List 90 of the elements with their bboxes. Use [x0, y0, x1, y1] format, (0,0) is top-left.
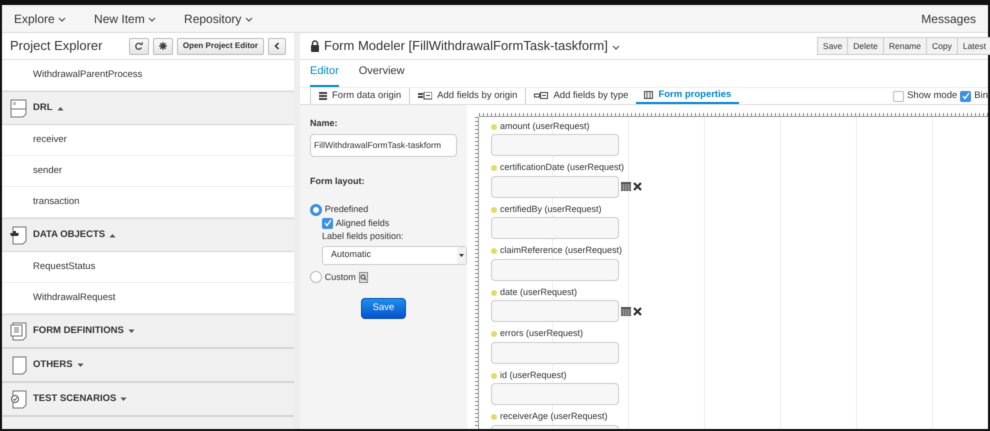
field-label: certifiedBy (userRequest): [500, 202, 602, 216]
refresh-button[interactable]: [128, 38, 149, 54]
text-input[interactable]: [491, 342, 619, 364]
radio-label: Predefined: [324, 203, 368, 216]
field-label: receiverAge (userRequest): [500, 410, 608, 424]
field-label: errors (userRequest): [500, 327, 584, 340]
section-header[interactable]: FORM DEFINITIONS: [2, 314, 294, 348]
lock-icon: [310, 40, 320, 52]
section-label: Form layout:: [310, 174, 366, 188]
text-input[interactable]: [491, 300, 619, 322]
clear-icon: [633, 182, 642, 191]
field-icon: [534, 92, 548, 100]
field-label: id (userRequest): [500, 368, 567, 382]
toolbar-button[interactable]: Rename: [882, 37, 927, 55]
messages-link[interactable]: Messages: [921, 10, 976, 28]
panel-title: Project Explorer: [10, 37, 104, 56]
text-input[interactable]: [491, 383, 619, 405]
checkbox[interactable]: [322, 218, 333, 229]
field-label: claimReference (userRequest): [500, 244, 622, 258]
field-label: date (userRequest): [500, 286, 578, 299]
checkbox-label: Bin: [974, 88, 988, 103]
toolbar-tab[interactable]: Add fields by type: [525, 88, 636, 104]
section-header[interactable]: TEST SCENARIOS: [2, 382, 294, 416]
toolbar-tab[interactable]: Form properties: [636, 88, 740, 104]
toolbar-button[interactable]: Latest: [956, 37, 990, 55]
field-label: Label fields position:: [322, 230, 405, 243]
text-input[interactable]: [491, 134, 619, 156]
caret-icon: [148, 16, 156, 22]
radio-label: Custom: [324, 270, 356, 284]
document-icon: [10, 390, 27, 408]
refresh-icon: [134, 42, 143, 50]
collapse-button[interactable]: [268, 38, 286, 54]
database-icon: [319, 92, 327, 100]
status-dot: [491, 331, 497, 337]
text-input[interactable]: [491, 176, 619, 198]
text-input[interactable]: [491, 217, 619, 239]
toolbar-tab[interactable]: Form data origin: [310, 88, 410, 104]
document-icon: [10, 98, 27, 118]
field-label: Name:: [310, 117, 339, 130]
toolbar-button[interactable]: Save: [816, 37, 848, 55]
caret-icon: [58, 16, 66, 22]
calendar-icon: [621, 182, 631, 191]
caret-icon: [612, 44, 620, 50]
settings-icon: [158, 42, 167, 50]
fields-icon: [418, 92, 432, 100]
toolbar-button[interactable]: Copy: [926, 37, 958, 55]
status-dot: [491, 372, 497, 378]
section-header[interactable]: DRL: [2, 91, 294, 125]
page-icon: [10, 356, 27, 374]
checkbox[interactable]: [960, 90, 972, 102]
tree-item[interactable]: RequestStatus: [2, 252, 294, 283]
document-icon: [10, 226, 27, 244]
save-button[interactable]: Save: [361, 298, 406, 319]
section-header[interactable]: DATA OBJECTS: [2, 218, 294, 252]
section-header[interactable]: OTHERS: [2, 348, 294, 382]
menu-item[interactable]: Repository: [184, 10, 253, 28]
calendar-icon: [621, 306, 631, 316]
toolbar-button[interactable]: Delete: [847, 37, 884, 55]
status-dot: [491, 124, 497, 130]
field-label: certificationDate (userRequest): [500, 161, 624, 174]
checkbox-label: Aligned fields: [336, 216, 390, 230]
chevron-left-icon: [274, 42, 280, 50]
radio-button[interactable]: [310, 204, 322, 216]
menu-item[interactable]: Explore: [14, 10, 66, 28]
open-project-editor-button[interactable]: Open Project Editor: [176, 38, 264, 54]
page-search-icon: [358, 272, 368, 283]
checkbox-label: Show mode: [907, 88, 958, 103]
name-input[interactable]: FillWithdrawalFormTask-taskform: [310, 134, 457, 156]
editor-tab[interactable]: Overview: [358, 62, 405, 87]
status-dot: [491, 206, 497, 212]
status-dot: [491, 248, 497, 254]
checkbox[interactable]: [893, 90, 904, 102]
text-input[interactable]: [491, 258, 619, 280]
properties-icon: [644, 91, 654, 99]
field-label: amount (userRequest): [500, 120, 590, 133]
radio-button[interactable]: [310, 271, 322, 284]
editor-tab[interactable]: Editor: [310, 62, 339, 87]
caret-icon: [244, 16, 253, 22]
status-dot: [491, 290, 497, 296]
editor-title: Form Modeler [FillWithdrawalFormTask-taskform]: [324, 36, 818, 56]
tree-item[interactable]: receiver: [2, 125, 294, 156]
menu-item[interactable]: New Item: [94, 10, 156, 28]
position-select[interactable]: Automatic: [322, 246, 467, 264]
toolbar-tab[interactable]: Add fields by origin: [409, 88, 526, 104]
status-dot: [491, 414, 497, 420]
clear-icon: [633, 306, 642, 316]
settings-button[interactable]: [152, 38, 173, 54]
tree-item[interactable]: sender: [2, 156, 294, 187]
document-icon: [10, 322, 27, 340]
status-dot: [491, 165, 497, 171]
